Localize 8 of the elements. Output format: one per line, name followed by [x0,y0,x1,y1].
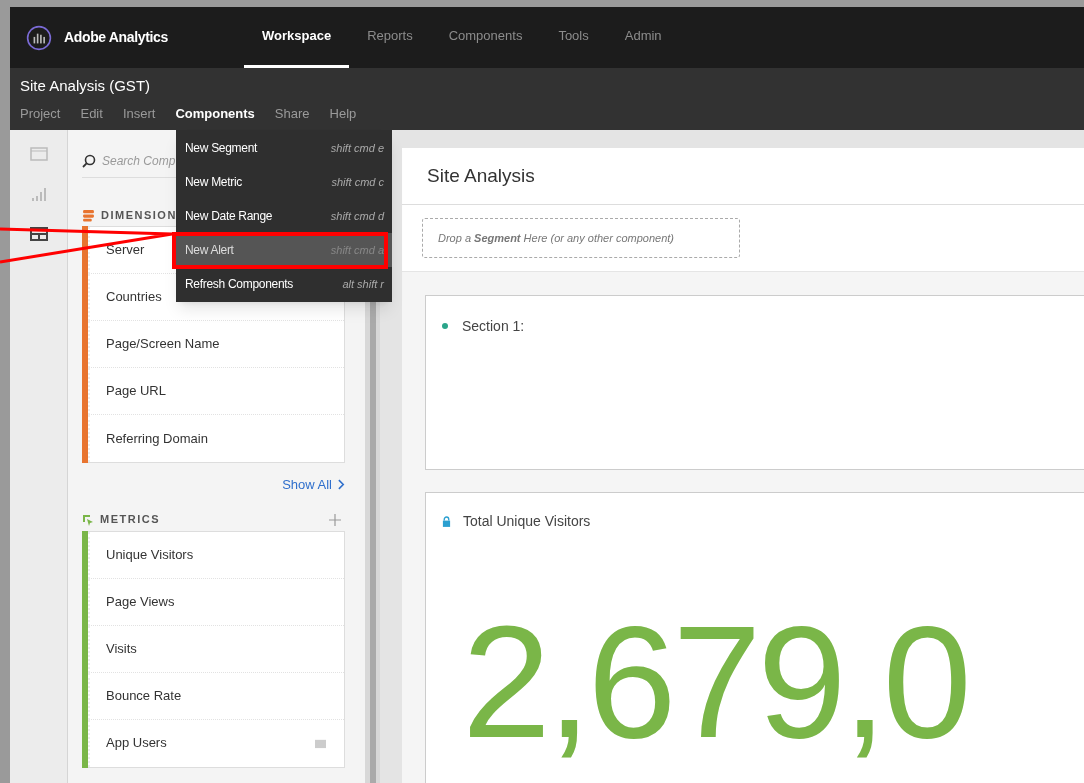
project-title: Site Analysis (GST) [19,76,152,96]
panel-title: Site Analysis [427,163,535,188]
group-heading: METRICS [100,512,160,528]
section-title: Section 1: [462,317,525,336]
metric-title: Total Unique Visitors [463,512,591,531]
app-name: Adobe Analytics [64,28,169,47]
metric-value: 2,679,0 [462,602,969,762]
group-heading: DIMENSION [101,207,177,223]
